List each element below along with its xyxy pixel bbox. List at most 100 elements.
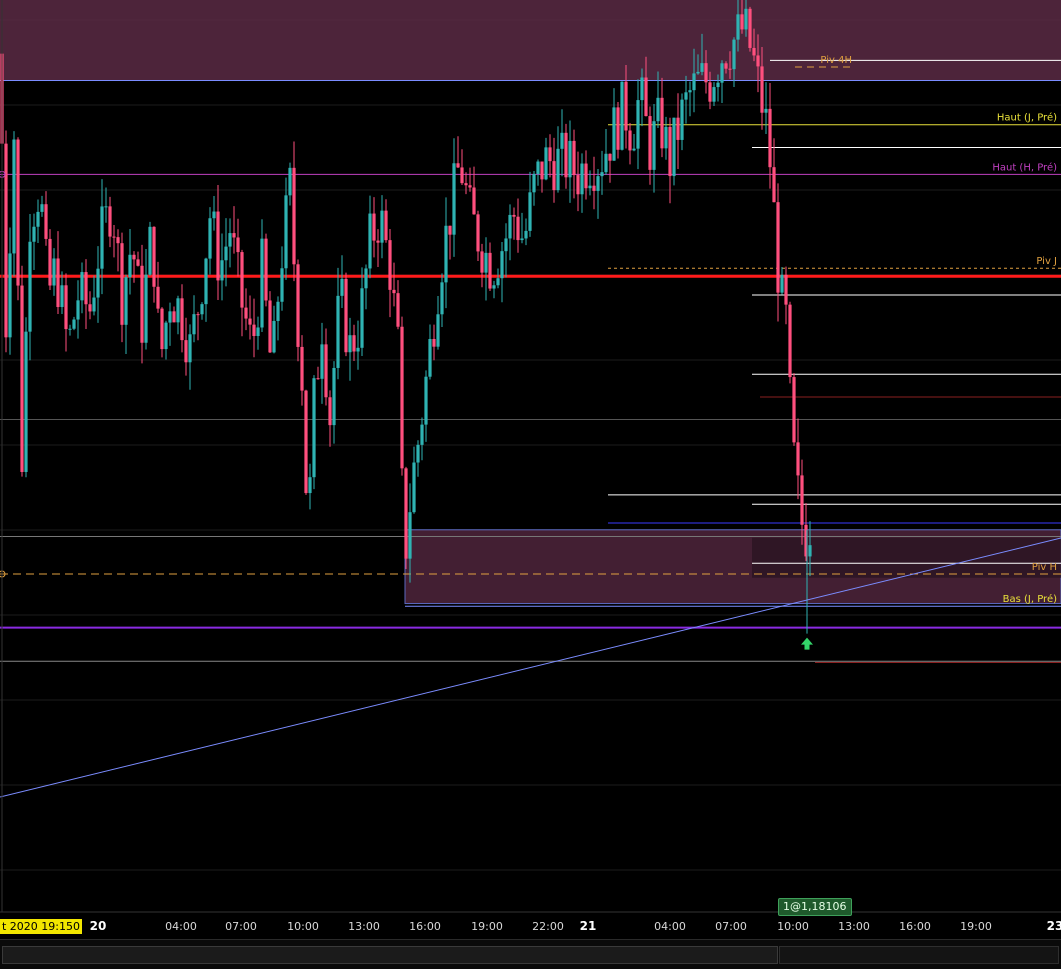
candle-body [724,63,728,69]
candle-body [488,252,492,289]
candle-body [124,277,128,325]
time-axis-label: 19:00 [471,920,503,933]
candle-body [452,163,456,235]
candle-body [340,278,344,296]
time-axis-label: 13:00 [348,920,380,933]
candle-body [496,278,500,286]
candle-body [772,167,776,203]
top-zone [0,0,1061,81]
candle-body [244,307,248,319]
candle-body [176,298,180,323]
candle-body [344,278,348,353]
candle-body [196,314,200,316]
candle-body [216,211,220,281]
candle-body [584,163,588,189]
candle-body [92,297,96,312]
candle-body [556,148,560,191]
candle-body [400,326,404,469]
candle-body [560,132,564,149]
order-price-tag[interactable]: 1@1,18106 [778,898,852,916]
candle-body [356,347,360,352]
candle-body [476,214,480,252]
candle-body [44,204,48,239]
candle-body [48,238,52,286]
candle-body [352,335,356,352]
candle-body [520,238,524,241]
candle-body [132,254,136,260]
price-chart[interactable]: Haut (J, Pré) Haut (H, Pré) Piv J Piv H Bas … [0,0,1061,939]
candle-body [40,204,44,212]
candle-body [188,334,192,363]
scrollbar-track[interactable] [779,946,1059,964]
crosshair-date-tag: t 2020 19:150 [0,919,83,934]
candle-body [448,225,452,235]
candle-body [164,322,168,350]
candle-body [268,300,272,353]
candle-body [384,210,388,241]
candle-body [716,82,720,88]
candle-body [208,218,212,259]
candle-body [24,331,28,472]
candle-body [36,211,40,227]
candle-body [652,121,656,170]
scrollbar-thumb[interactable] [2,946,778,964]
candle-body [72,319,76,329]
buy-arrow-icon [801,637,813,650]
candle-body [616,107,620,150]
candle-body [12,139,16,254]
candle-body [636,100,640,149]
trading-chart-window: Haut (J, Pré) Haut (H, Pré) Piv J Piv H Bas … [0,0,1061,969]
candle-body [140,265,144,343]
candle-body [404,468,408,559]
label-piv-j: Piv J [1036,256,1057,267]
candle-body [740,14,744,30]
candle-body [168,311,172,323]
time-axis-label: 16:00 [899,920,931,933]
candle-body [428,338,432,377]
time-axis-label: 20 [90,919,107,933]
candle-body [596,176,600,191]
candle-body [372,213,376,241]
label-piv-4h: Piv 4H [820,55,852,66]
time-axis-label: 04:00 [654,920,686,933]
candle-body [808,545,812,557]
candle-body [328,397,332,426]
candle-body [264,238,268,301]
candle-body [728,68,732,70]
candle-body [408,512,412,559]
candle-body [620,81,624,150]
candle-body [764,108,768,113]
candle-body [756,55,760,67]
candle-body [20,285,24,472]
candle-body [224,246,228,261]
candle-body [548,147,552,162]
candle-body [604,153,608,173]
candle-body [480,251,484,273]
candle-body [52,258,56,286]
candle-body [180,298,184,341]
time-axis-label: 19:00 [960,920,992,933]
candle-body [284,195,288,269]
candle-body [300,346,304,391]
candle-body [468,185,472,188]
candle-body [732,39,736,70]
candle-body [796,442,800,476]
candle-body [760,66,764,113]
candle-body [76,300,80,320]
candle-body [276,301,280,321]
candle-body [580,163,584,195]
candle-body [204,258,208,305]
candle-body [628,130,632,151]
candle-body [184,340,188,363]
candle-body [136,259,140,266]
candle-body [684,92,688,100]
candle-body [676,117,680,140]
candle-body [660,97,664,149]
horizontal-scrollbar[interactable] [0,939,1061,969]
candle-body [492,285,496,289]
candle-body [736,14,740,40]
candle-body [512,214,516,217]
candle-body [776,202,780,293]
candle-body [32,226,36,242]
candle-body [516,216,520,241]
